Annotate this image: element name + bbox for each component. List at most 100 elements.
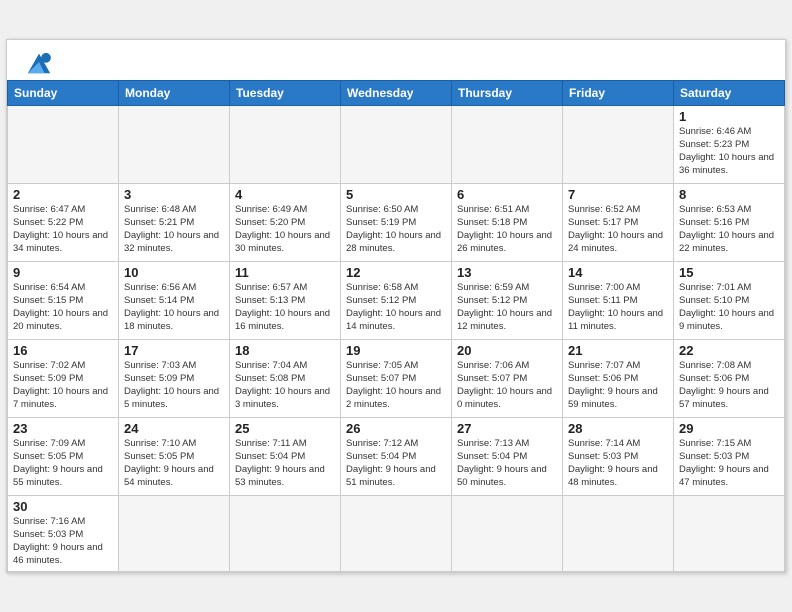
day-number: 28: [568, 421, 668, 436]
day-number: 2: [13, 187, 113, 202]
weekday-header-monday: Monday: [119, 81, 230, 106]
day-number: 18: [235, 343, 335, 358]
calendar-day-25: 20 Sunrise: 7:06 AM Sunset: 5:07 PM Dayli…: [452, 340, 563, 418]
calendar-day-12: 7 Sunrise: 6:52 AM Sunset: 5:17 PM Daylig…: [563, 184, 674, 262]
day-number: 8: [679, 187, 779, 202]
calendar-day-37: [230, 496, 341, 571]
day-info: Sunrise: 7:15 AM Sunset: 5:03 PM Dayligh…: [679, 438, 779, 489]
day-number: 24: [124, 421, 224, 436]
calendar-day-28: 23 Sunrise: 7:09 AM Sunset: 5:05 PM Dayli…: [8, 418, 119, 496]
calendar-day-32: 27Sunrise: 7:13 AM Sunset: 5:04 PM Dayli…: [452, 418, 563, 496]
day-info: Sunrise: 7:10 AM Sunset: 5:05 PM Dayligh…: [124, 438, 224, 489]
day-info: Sunrise: 6:51 AM Sunset: 5:18 PM Dayligh…: [457, 204, 557, 255]
calendar-day-21: 16 Sunrise: 7:02 AM Sunset: 5:09 PM Dayli…: [8, 340, 119, 418]
calendar-day-2: [230, 106, 341, 184]
calendar-header: [7, 40, 785, 80]
day-number: 21: [568, 343, 668, 358]
day-info: Sunrise: 6:47 AM Sunset: 5:22 PM Dayligh…: [13, 204, 113, 255]
day-number: 6: [457, 187, 557, 202]
weekday-header-thursday: Thursday: [452, 81, 563, 106]
day-info: Sunrise: 6:49 AM Sunset: 5:20 PM Dayligh…: [235, 204, 335, 255]
weekday-header-tuesday: Tuesday: [230, 81, 341, 106]
day-info: Sunrise: 6:58 AM Sunset: 5:12 PM Dayligh…: [346, 282, 446, 333]
day-info: Sunrise: 7:08 AM Sunset: 5:06 PM Dayligh…: [679, 360, 779, 411]
calendar-row-5: 30 Sunrise: 7:16 AM Sunset: 5:03 PM Dayli…: [8, 496, 785, 571]
day-info: Sunrise: 7:06 AM Sunset: 5:07 PM Dayligh…: [457, 360, 557, 411]
day-info: Sunrise: 6:50 AM Sunset: 5:19 PM Dayligh…: [346, 204, 446, 255]
day-number: 9: [13, 265, 113, 280]
day-number: 29: [679, 421, 779, 436]
calendar-day-14: 9 Sunrise: 6:54 AM Sunset: 5:15 PM Daylig…: [8, 262, 119, 340]
day-number: 30: [13, 499, 113, 514]
calendar-day-6: 1 Sunrise: 6:46 AM Sunset: 5:23 PM Daylig…: [674, 106, 785, 184]
day-info: Sunrise: 7:00 AM Sunset: 5:11 PM Dayligh…: [568, 282, 668, 333]
day-info: Sunrise: 6:54 AM Sunset: 5:15 PM Dayligh…: [13, 282, 113, 333]
day-number: 1: [679, 109, 779, 124]
calendar-day-23: 18 Sunrise: 7:04 AM Sunset: 5:08 PM Dayli…: [230, 340, 341, 418]
calendar-day-4: [452, 106, 563, 184]
calendar-day-17: 12 Sunrise: 6:58 AM Sunset: 5:12 PM Dayli…: [341, 262, 452, 340]
calendar-day-20: 15Sunrise: 7:01 AM Sunset: 5:10 PM Dayli…: [674, 262, 785, 340]
calendar-row-2: 9 Sunrise: 6:54 AM Sunset: 5:15 PM Daylig…: [8, 262, 785, 340]
day-number: 25: [235, 421, 335, 436]
weekday-header-row: SundayMondayTuesdayWednesdayThursdayFrid…: [8, 81, 785, 106]
calendar-day-13: 8 Sunrise: 6:53 AM Sunset: 5:16 PM Daylig…: [674, 184, 785, 262]
calendar-row-4: 23 Sunrise: 7:09 AM Sunset: 5:05 PM Dayli…: [8, 418, 785, 496]
calendar-day-30: 25Sunrise: 7:11 AM Sunset: 5:04 PM Dayli…: [230, 418, 341, 496]
day-info: Sunrise: 7:07 AM Sunset: 5:06 PM Dayligh…: [568, 360, 668, 411]
day-number: 3: [124, 187, 224, 202]
day-info: Sunrise: 7:01 AM Sunset: 5:10 PM Dayligh…: [679, 282, 779, 333]
day-info: Sunrise: 7:04 AM Sunset: 5:08 PM Dayligh…: [235, 360, 335, 411]
calendar-day-16: 11Sunrise: 6:57 AM Sunset: 5:13 PM Dayli…: [230, 262, 341, 340]
day-info: Sunrise: 6:56 AM Sunset: 5:14 PM Dayligh…: [124, 282, 224, 333]
day-number: 12: [346, 265, 446, 280]
day-info: Sunrise: 7:16 AM Sunset: 5:03 PM Dayligh…: [13, 516, 113, 567]
calendar-day-27: 22 Sunrise: 7:08 AM Sunset: 5:06 PM Dayli…: [674, 340, 785, 418]
day-info: Sunrise: 6:46 AM Sunset: 5:23 PM Dayligh…: [679, 126, 779, 177]
day-number: 17: [124, 343, 224, 358]
calendar-day-33: 28 Sunrise: 7:14 AM Sunset: 5:03 PM Dayli…: [563, 418, 674, 496]
day-info: Sunrise: 6:53 AM Sunset: 5:16 PM Dayligh…: [679, 204, 779, 255]
day-number: 10: [124, 265, 224, 280]
day-number: 4: [235, 187, 335, 202]
calendar-day-1: [119, 106, 230, 184]
calendar-day-22: 17 Sunrise: 7:03 AM Sunset: 5:09 PM Dayli…: [119, 340, 230, 418]
day-info: Sunrise: 7:14 AM Sunset: 5:03 PM Dayligh…: [568, 438, 668, 489]
calendar-day-24: 19Sunrise: 7:05 AM Sunset: 5:07 PM Dayli…: [341, 340, 452, 418]
day-number: 5: [346, 187, 446, 202]
calendar-day-18: 13Sunrise: 6:59 AM Sunset: 5:12 PM Dayli…: [452, 262, 563, 340]
day-number: 11: [235, 265, 335, 280]
calendar-table: SundayMondayTuesdayWednesdayThursdayFrid…: [7, 80, 785, 571]
calendar-day-3: [341, 106, 452, 184]
calendar-day-35: 30 Sunrise: 7:16 AM Sunset: 5:03 PM Dayli…: [8, 496, 119, 571]
day-number: 13: [457, 265, 557, 280]
weekday-header-saturday: Saturday: [674, 81, 785, 106]
weekday-header-sunday: Sunday: [8, 81, 119, 106]
calendar-day-11: 6 Sunrise: 6:51 AM Sunset: 5:18 PM Daylig…: [452, 184, 563, 262]
day-info: Sunrise: 7:12 AM Sunset: 5:04 PM Dayligh…: [346, 438, 446, 489]
calendar-container: SundayMondayTuesdayWednesdayThursdayFrid…: [6, 39, 786, 572]
calendar-day-31: 26 Sunrise: 7:12 AM Sunset: 5:04 PM Dayli…: [341, 418, 452, 496]
day-number: 7: [568, 187, 668, 202]
day-number: 20: [457, 343, 557, 358]
day-number: 22: [679, 343, 779, 358]
calendar-day-40: [563, 496, 674, 571]
day-info: Sunrise: 6:52 AM Sunset: 5:17 PM Dayligh…: [568, 204, 668, 255]
day-number: 23: [13, 421, 113, 436]
day-info: Sunrise: 7:09 AM Sunset: 5:05 PM Dayligh…: [13, 438, 113, 489]
day-info: Sunrise: 7:02 AM Sunset: 5:09 PM Dayligh…: [13, 360, 113, 411]
generalblue-logo-icon: [25, 48, 53, 76]
day-info: Sunrise: 6:48 AM Sunset: 5:21 PM Dayligh…: [124, 204, 224, 255]
day-number: 16: [13, 343, 113, 358]
day-number: 27: [457, 421, 557, 436]
calendar-day-38: [341, 496, 452, 571]
day-number: 26: [346, 421, 446, 436]
calendar-day-39: [452, 496, 563, 571]
calendar-day-7: 2 Sunrise: 6:47 AM Sunset: 5:22 PM Daylig…: [8, 184, 119, 262]
calendar-day-36: [119, 496, 230, 571]
calendar-day-5: [563, 106, 674, 184]
calendar-row-1: 2 Sunrise: 6:47 AM Sunset: 5:22 PM Daylig…: [8, 184, 785, 262]
calendar-row-3: 16 Sunrise: 7:02 AM Sunset: 5:09 PM Dayli…: [8, 340, 785, 418]
day-info: Sunrise: 7:03 AM Sunset: 5:09 PM Dayligh…: [124, 360, 224, 411]
calendar-day-26: 21 Sunrise: 7:07 AM Sunset: 5:06 PM Dayli…: [563, 340, 674, 418]
